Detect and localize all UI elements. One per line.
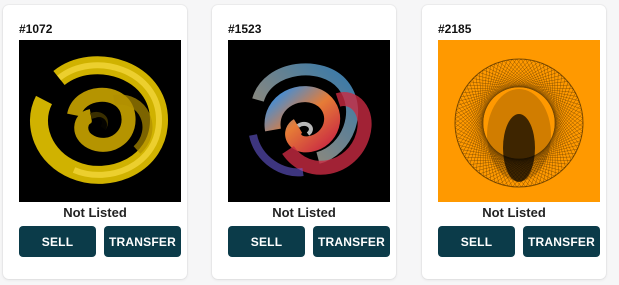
listing-status: Not Listed [63, 205, 127, 220]
nft-card: #2185 Not Listed SELL TRANSFER [422, 5, 606, 279]
transfer-button[interactable]: TRANSFER [313, 226, 390, 257]
listing-status: Not Listed [272, 205, 336, 220]
nft-card: #1523 Not Listed SELL TRANSFER [212, 5, 396, 279]
transfer-button[interactable]: TRANSFER [523, 226, 600, 257]
nft-artwork-image[interactable] [438, 40, 600, 202]
nft-artwork-image[interactable] [228, 40, 390, 202]
nft-card-grid: #1072 Not Listed SELL TRANSFER #1523 Not… [0, 0, 619, 285]
nft-artwork-image[interactable] [19, 40, 181, 202]
token-id: #1523 [228, 22, 262, 36]
sell-button[interactable]: SELL [228, 226, 305, 257]
transfer-button[interactable]: TRANSFER [104, 226, 181, 257]
sell-button[interactable]: SELL [438, 226, 515, 257]
token-id: #1072 [19, 22, 53, 36]
listing-status: Not Listed [482, 205, 546, 220]
nft-card: #1072 Not Listed SELL TRANSFER [3, 5, 187, 279]
token-id: #2185 [438, 22, 472, 36]
sell-button[interactable]: SELL [19, 226, 96, 257]
